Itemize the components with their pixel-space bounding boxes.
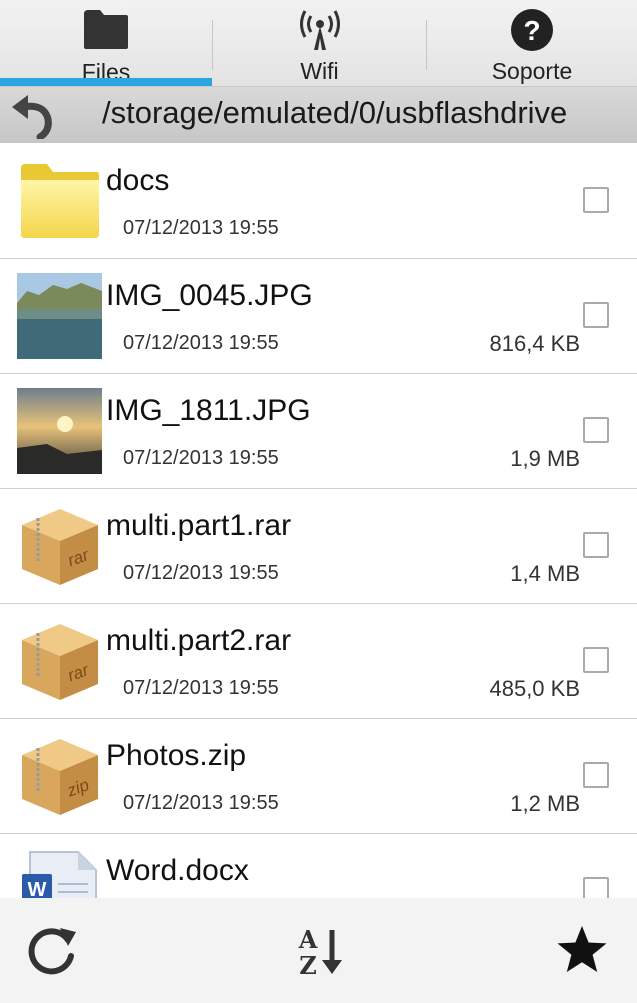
tab-label: Soporte [491,58,573,84]
file-name: IMG_0045.JPG [106,279,313,312]
tab-bar: Files Wifi ? Soporte [0,0,637,87]
rar-box-icon: rar [17,618,102,704]
help-icon: ? [510,4,554,56]
file-date: 07/12/2013 19:55 [123,677,279,699]
list-item[interactable]: IMG_0045.JPG 07/12/2013 19:55 816,4 KB [0,259,637,374]
list-item[interactable]: W Word.docx [0,834,637,898]
wifi-antenna-icon [296,4,344,56]
list-item[interactable]: docs 07/12/2013 19:55 [0,144,637,259]
file-name: Photos.zip [106,739,247,772]
file-name: Word.docx [106,854,249,887]
file-name: multi.part1.rar [106,509,292,542]
list-item[interactable]: rar multi.part1.rar 07/12/2013 19:55 1,4… [0,489,637,604]
file-name: docs [106,164,170,197]
svg-text:W: W [27,879,46,898]
select-checkbox[interactable] [583,877,609,898]
file-size: 816,4 KB [489,331,580,356]
file-name: IMG_1811.JPG [106,394,311,427]
file-date: 07/12/2013 19:55 [123,447,279,469]
image-thumbnail-sunset [17,388,102,474]
list-item[interactable]: IMG_1811.JPG 07/12/2013 19:55 1,9 MB [0,374,637,489]
select-checkbox[interactable] [583,187,609,213]
svg-text:A: A [298,925,318,954]
sort-az-icon[interactable]: A Z [289,920,349,980]
zip-box-icon: zip [17,733,102,819]
current-path: /storage/emulated/0/usbflashdrive [102,95,568,130]
tab-soporte[interactable]: ? Soporte [427,0,637,86]
bottom-toolbar: A Z [0,898,637,1003]
image-thumbnail-lake [17,273,102,359]
file-date: 07/12/2013 19:55 [123,562,279,584]
list-item[interactable]: zip Photos.zip 07/12/2013 19:55 1,2 MB [0,719,637,834]
word-document-icon: W [17,848,102,898]
folder-icon [82,4,130,53]
file-size: 1,4 MB [510,561,580,586]
file-size: 485,0 KB [489,676,580,701]
select-checkbox[interactable] [583,417,609,443]
refresh-icon[interactable] [22,920,82,980]
rar-box-icon: rar [17,503,102,589]
file-date: 07/12/2013 19:55 [123,217,279,239]
file-name: multi.part2.rar [106,624,292,657]
tab-wifi[interactable]: Wifi [213,0,426,86]
tab-files[interactable]: Files [0,0,212,86]
active-tab-indicator [0,78,212,86]
svg-text:Z: Z [299,951,317,978]
star-icon[interactable] [552,920,612,980]
file-list[interactable]: docs 07/12/2013 19:55 IMG_0045.JPG 07/12… [0,144,637,898]
select-checkbox[interactable] [583,532,609,558]
select-checkbox[interactable] [583,647,609,673]
file-size: 1,9 MB [510,446,580,471]
path-bar: /storage/emulated/0/usbflashdrive [0,87,637,143]
file-date: 07/12/2013 19:55 [123,792,279,814]
svg-text:?: ? [523,15,540,46]
folder-icon [17,158,102,244]
file-date: 07/12/2013 19:55 [123,332,279,354]
tab-label: Wifi [300,58,339,84]
select-checkbox[interactable] [583,762,609,788]
list-item[interactable]: rar multi.part2.rar 07/12/2013 19:55 485… [0,604,637,719]
file-size: 1,2 MB [510,791,580,816]
back-icon[interactable] [8,91,58,141]
select-checkbox[interactable] [583,302,609,328]
